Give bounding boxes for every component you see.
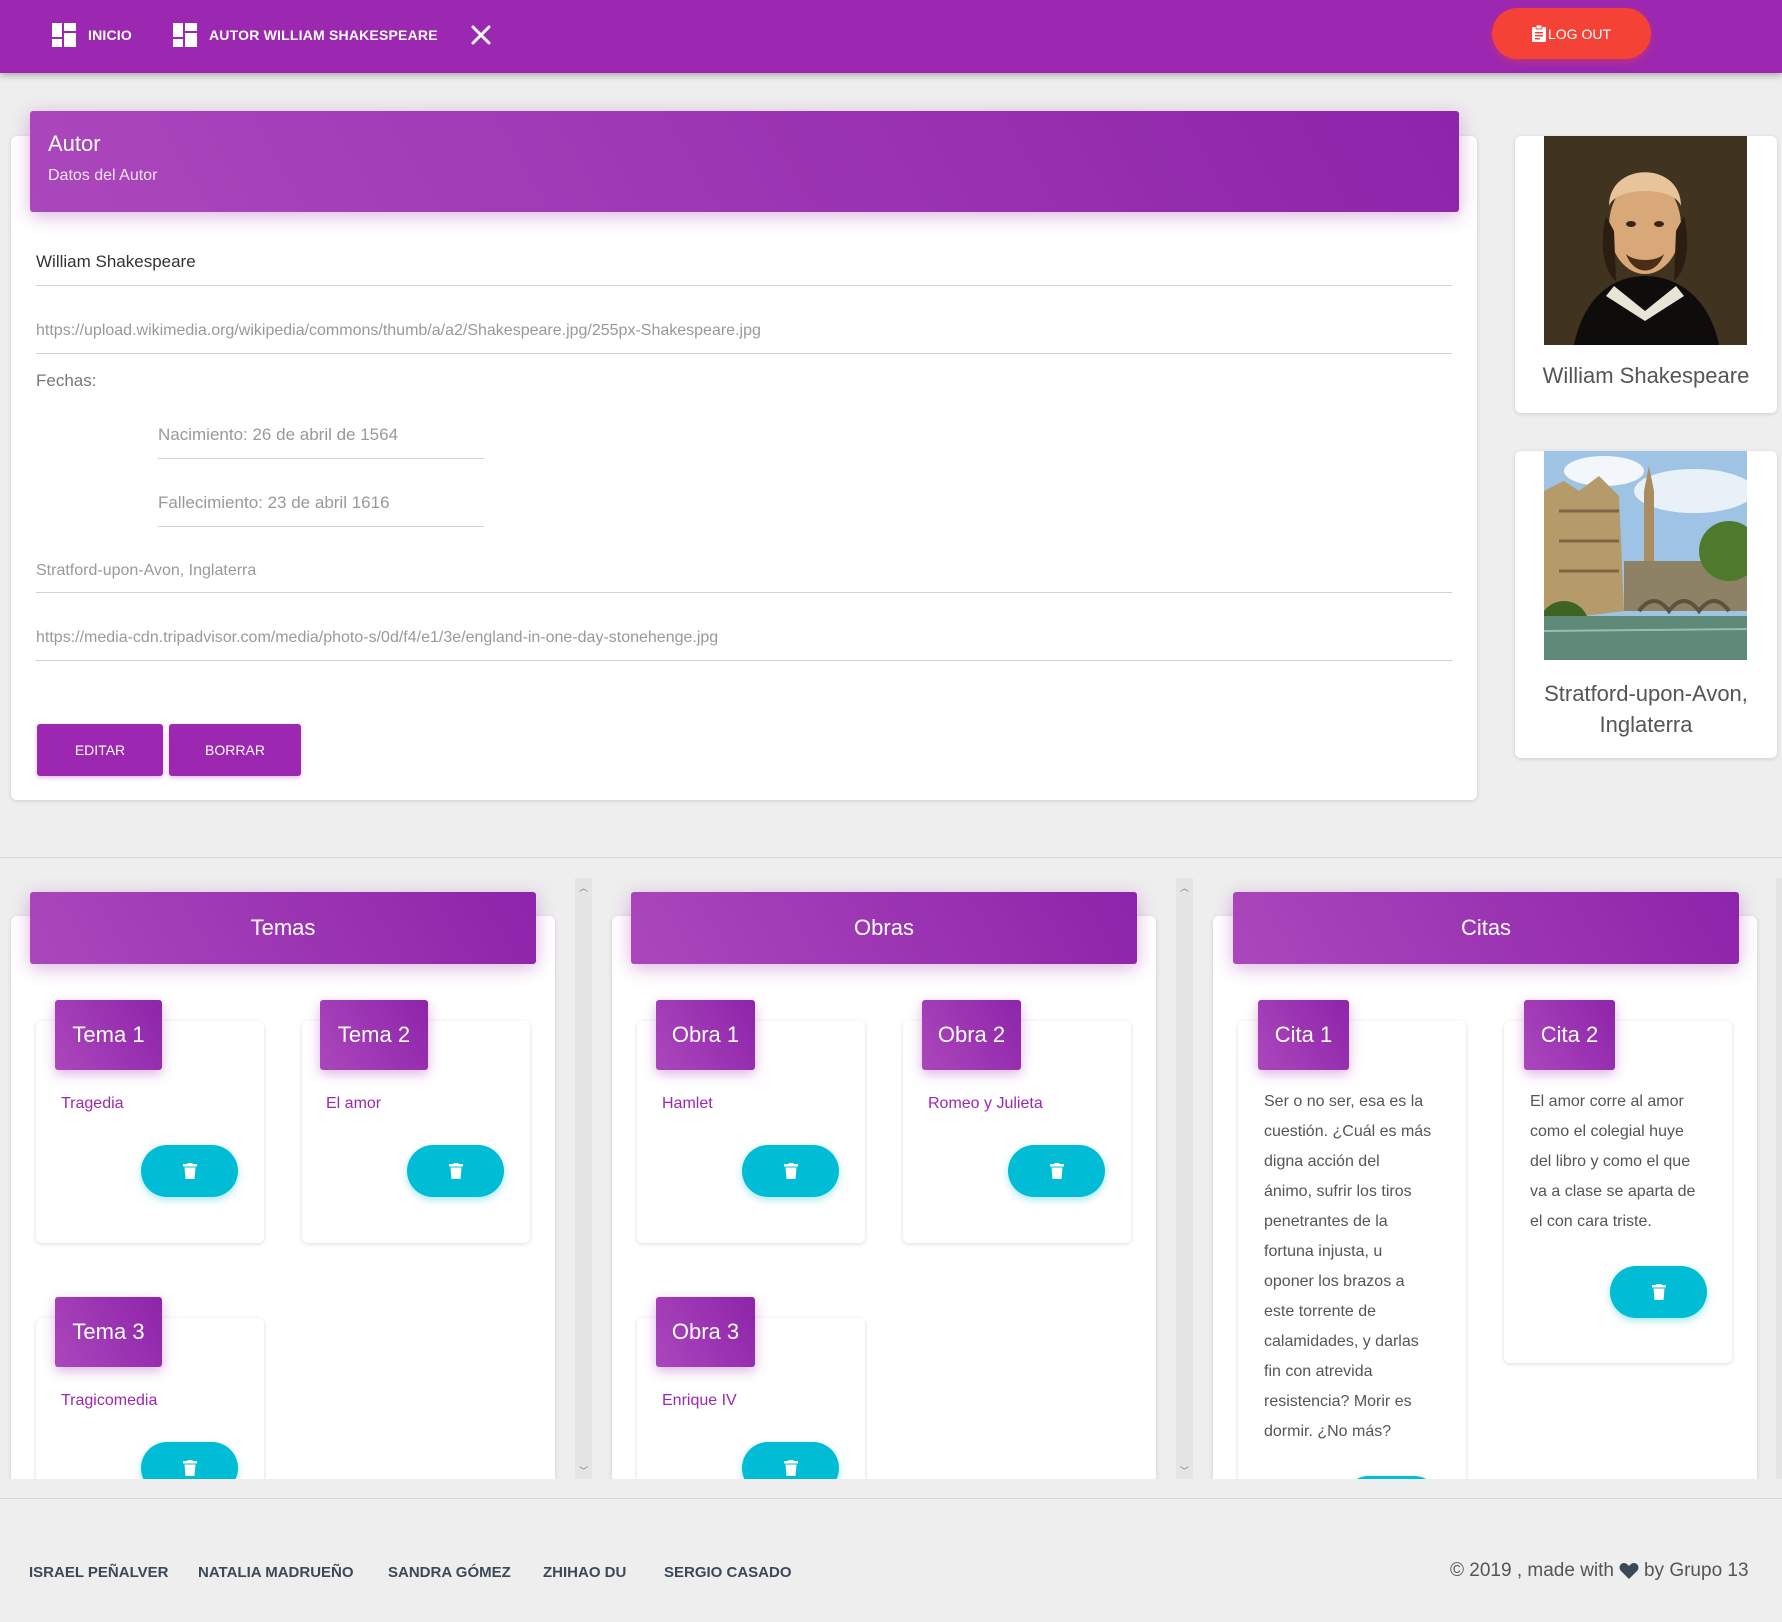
- place-image-url-field[interactable]: https://media-cdn.tripadvisor.com/media/…: [36, 629, 1452, 661]
- item-tag: Cita 1: [1258, 1000, 1349, 1070]
- edit-button[interactable]: EDITAR: [37, 724, 163, 776]
- author-image-url-value: https://upload.wikimedia.org/wikipedia/c…: [36, 322, 761, 339]
- clipboard-icon: [1531, 25, 1546, 42]
- heart-icon: [1619, 1563, 1639, 1579]
- item-text[interactable]: Tragicomedia: [61, 1392, 157, 1410]
- close-icon[interactable]: [468, 22, 494, 48]
- footer-link[interactable]: ZHIHAO DU: [543, 1564, 626, 1581]
- trash-icon: [1049, 1163, 1064, 1179]
- delete-item-button[interactable]: [1610, 1266, 1707, 1318]
- trash-icon: [182, 1163, 197, 1179]
- footer: ISRAEL PEÑALVER NATALIA MADRUEÑO SANDRA …: [0, 1498, 1782, 1622]
- item-text[interactable]: Tragedia: [61, 1095, 124, 1113]
- item-text[interactable]: Enrique IV: [662, 1392, 737, 1410]
- lists-area: Temas ︿ ﹀ Tema 1 Tragedia Tema 2 El amor…: [0, 878, 1782, 1479]
- place-profile-card: Stratford-upon-Avon, Inglaterra: [1515, 451, 1777, 758]
- footer-link[interactable]: SANDRA GÓMEZ: [388, 1564, 511, 1581]
- trash-icon: [182, 1460, 197, 1476]
- item-tag: Obra 2: [922, 1000, 1021, 1070]
- edit-button-label: EDITAR: [74, 742, 126, 758]
- item-text[interactable]: Romeo y Julieta: [928, 1095, 1043, 1113]
- logout-button[interactable]: LOG OUT: [1492, 8, 1651, 59]
- profile-place-line2: Inglaterra: [1599, 712, 1693, 737]
- delete-item-button[interactable]: [742, 1145, 839, 1197]
- item-tag: Tema 1: [55, 1000, 162, 1070]
- place-image: [1544, 451, 1747, 660]
- citas-scrollbar[interactable]: [1776, 878, 1782, 1479]
- author-header-subtitle: Datos del Autor: [48, 167, 158, 184]
- item-tag: Obra 3: [656, 1297, 755, 1367]
- logout-label: LOG OUT: [1547, 25, 1611, 42]
- death-date-value: Fallecimiento: 23 de abril 1616: [158, 493, 390, 512]
- footer-link[interactable]: NATALIA MADRUEÑO: [198, 1564, 354, 1581]
- scroll-up-icon[interactable]: ︿: [579, 881, 588, 893]
- item-tag: Obra 1: [656, 1000, 755, 1070]
- death-date-field[interactable]: Fallecimiento: 23 de abril 1616: [158, 493, 484, 527]
- author-name-field[interactable]: William Shakespeare: [36, 252, 1452, 286]
- copyright-text: © 2019 , made with: [1450, 1560, 1614, 1581]
- scroll-down-icon[interactable]: ﹀: [1180, 1464, 1189, 1476]
- footer-link[interactable]: SERGIO CASADO: [664, 1564, 792, 1581]
- delete-item-button[interactable]: [1008, 1145, 1105, 1197]
- profile-place-line1: Stratford-upon-Avon,: [1544, 681, 1748, 706]
- quote-text: Ser o no ser, esa es la cuestión. ¿Cuál …: [1264, 1093, 1432, 1440]
- delete-button-label: BORRAR: [205, 742, 265, 758]
- trash-icon: [783, 1163, 798, 1179]
- temas-header: Temas: [30, 892, 536, 964]
- author-portrait-image: [1544, 136, 1747, 345]
- author-header-title: Autor: [48, 131, 101, 156]
- item-text[interactable]: El amor: [326, 1095, 381, 1113]
- delete-item-button[interactable]: [141, 1145, 238, 1197]
- quote-text: El amor corre al amor como el colegial h…: [1530, 1093, 1696, 1230]
- item-text[interactable]: Hamlet: [662, 1095, 713, 1113]
- item-tag: Cita 2: [1524, 1000, 1615, 1070]
- nav-link-autor[interactable]: AUTOR WILLIAM SHAKESPEARE: [173, 22, 438, 48]
- footer-link[interactable]: ISRAEL PEÑALVER: [29, 1564, 168, 1581]
- delete-button[interactable]: BORRAR: [169, 724, 301, 776]
- delete-item-button[interactable]: [742, 1442, 839, 1479]
- citas-header: Citas: [1233, 892, 1739, 964]
- birth-date-value: Nacimiento: 26 de abril de 1564: [158, 425, 399, 444]
- place-image-url-value: https://media-cdn.tripadvisor.com/media/…: [36, 629, 719, 646]
- item-tag: Tema 2: [320, 1000, 428, 1070]
- dashboard-icon: [173, 23, 197, 47]
- copyright-author: by Grupo 13: [1643, 1560, 1749, 1581]
- nav-link-label: INICIO: [88, 27, 132, 43]
- item-tag: Tema 3: [55, 1297, 162, 1367]
- delete-item-button[interactable]: [407, 1145, 504, 1197]
- dates-label: Fechas:: [36, 371, 97, 390]
- author-profile-card: William Shakespeare: [1515, 136, 1777, 413]
- section-divider: [0, 857, 1782, 858]
- birth-date-field[interactable]: Nacimiento: 26 de abril de 1564: [158, 425, 484, 459]
- author-image-url-field[interactable]: https://upload.wikimedia.org/wikipedia/c…: [36, 322, 1452, 354]
- place-field[interactable]: Stratford-upon-Avon, Inglaterra: [36, 562, 1452, 593]
- nav-link-label: AUTOR WILLIAM SHAKESPEARE: [209, 27, 438, 43]
- scroll-down-icon[interactable]: ﹀: [579, 1464, 588, 1476]
- trash-icon: [448, 1163, 463, 1179]
- place-value: Stratford-upon-Avon, Inglaterra: [36, 562, 257, 579]
- copyright: © 2019 , made with by Grupo 13: [1450, 1560, 1749, 1582]
- temas-title: Temas: [250, 915, 316, 940]
- nav-link-inicio[interactable]: INICIO: [52, 22, 132, 48]
- trash-icon: [783, 1460, 798, 1476]
- author-card-header: Autor Datos del Autor: [30, 111, 1459, 212]
- profile-author-name: William Shakespeare: [1542, 363, 1750, 388]
- obras-scrollbar[interactable]: ︿ ﹀: [1176, 878, 1193, 1479]
- top-navbar: INICIO AUTOR WILLIAM SHAKESPEARE LOG OUT: [0, 0, 1782, 73]
- obras-title: Obras: [854, 915, 914, 940]
- temas-scrollbar[interactable]: ︿ ﹀: [575, 878, 592, 1479]
- author-card: [11, 136, 1477, 800]
- author-name-value: William Shakespeare: [36, 252, 196, 271]
- trash-icon: [1651, 1284, 1666, 1300]
- delete-item-button[interactable]: [141, 1442, 238, 1479]
- scroll-up-icon[interactable]: ︿: [1180, 881, 1189, 893]
- citas-title: Citas: [1460, 915, 1512, 940]
- dashboard-icon: [52, 23, 76, 47]
- obras-header: Obras: [631, 892, 1137, 964]
